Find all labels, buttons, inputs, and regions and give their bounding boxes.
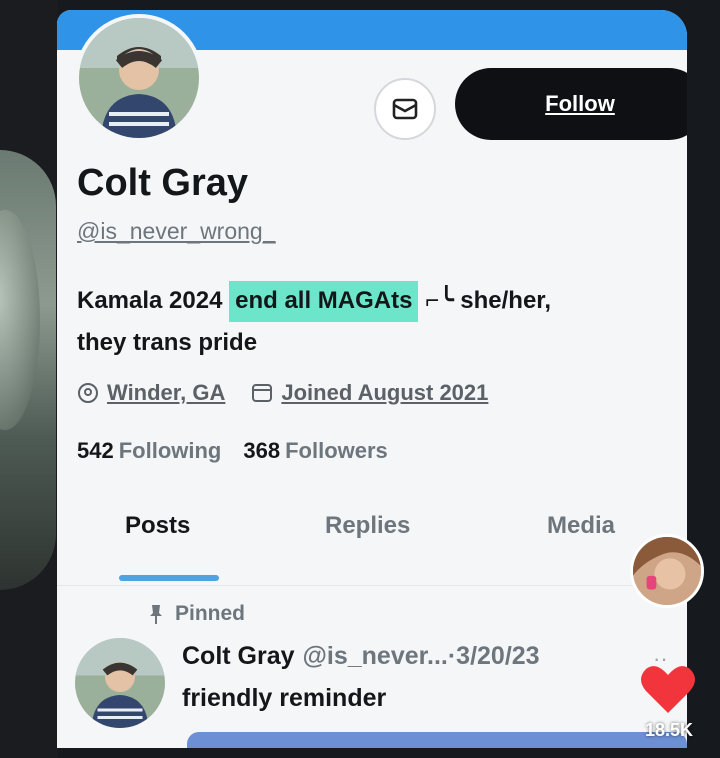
location-item[interactable]: Winder, GA: [77, 380, 225, 406]
profile-screenshot-card: Follow Colt Gray @is_never_wrong_ Kamala…: [57, 10, 687, 748]
tab-posts[interactable]: Posts: [125, 512, 190, 540]
pinned-label: Pinned: [175, 602, 246, 625]
profile-handle[interactable]: @is_never_wrong_: [77, 218, 276, 245]
bio-highlight: end all MAGAts: [229, 281, 419, 322]
bio-text-start: Kamala 2024: [77, 287, 230, 314]
calendar-icon: [252, 384, 273, 402]
tabs-divider: [57, 585, 687, 586]
heart-icon[interactable]: [640, 663, 696, 715]
bottom-media-bar: [187, 732, 687, 748]
tab-replies[interactable]: Replies: [325, 512, 410, 540]
profile-tabs: Posts Replies Media: [57, 500, 687, 572]
following-label[interactable]: Following: [119, 438, 222, 464]
active-tab-indicator: [119, 575, 219, 581]
profile-name: Colt Gray: [77, 162, 249, 204]
location-pin-icon: [78, 383, 98, 403]
post-date[interactable]: ·3/20/23: [448, 642, 540, 671]
joined-text: Joined August 2021: [281, 380, 489, 405]
following-count[interactable]: 542: [77, 438, 114, 464]
post-header: Colt Gray @is_never... ·3/20/23: [182, 642, 540, 671]
profile-bio: Kamala 2024 end all MAGAts ⌐╰ she/her, t…: [77, 280, 687, 364]
pinned-indicator: Pinned: [147, 602, 245, 626]
joined-item: Joined August 2021: [251, 380, 488, 406]
follow-button[interactable]: Follow: [455, 68, 687, 140]
bio-text-end: ⌐╰ she/her,: [418, 287, 551, 314]
pin-icon: [150, 605, 162, 624]
followers-count[interactable]: 368: [243, 438, 280, 464]
envelope-icon: [392, 98, 418, 120]
follow-stats: 542 Following 368 Followers: [77, 438, 410, 464]
post-author-name[interactable]: Colt Gray: [182, 642, 295, 671]
message-button[interactable]: [374, 78, 436, 140]
profile-meta: Winder, GA Joined August 2021: [77, 380, 514, 406]
tab-media[interactable]: Media: [547, 512, 615, 540]
followers-label[interactable]: Followers: [285, 438, 388, 464]
location-text[interactable]: Winder, GA: [107, 380, 225, 406]
background-photo: [0, 150, 56, 590]
post-author-avatar[interactable]: [75, 638, 165, 728]
post-text: friendly reminder: [182, 684, 387, 712]
bio-line-2: they trans pride: [77, 329, 258, 356]
video-background-left: [0, 0, 58, 758]
creator-avatar[interactable]: [630, 534, 704, 608]
like-count: 18.5K: [644, 720, 694, 740]
post-author-handle[interactable]: @is_never...: [303, 642, 448, 671]
profile-avatar[interactable]: [75, 14, 203, 142]
